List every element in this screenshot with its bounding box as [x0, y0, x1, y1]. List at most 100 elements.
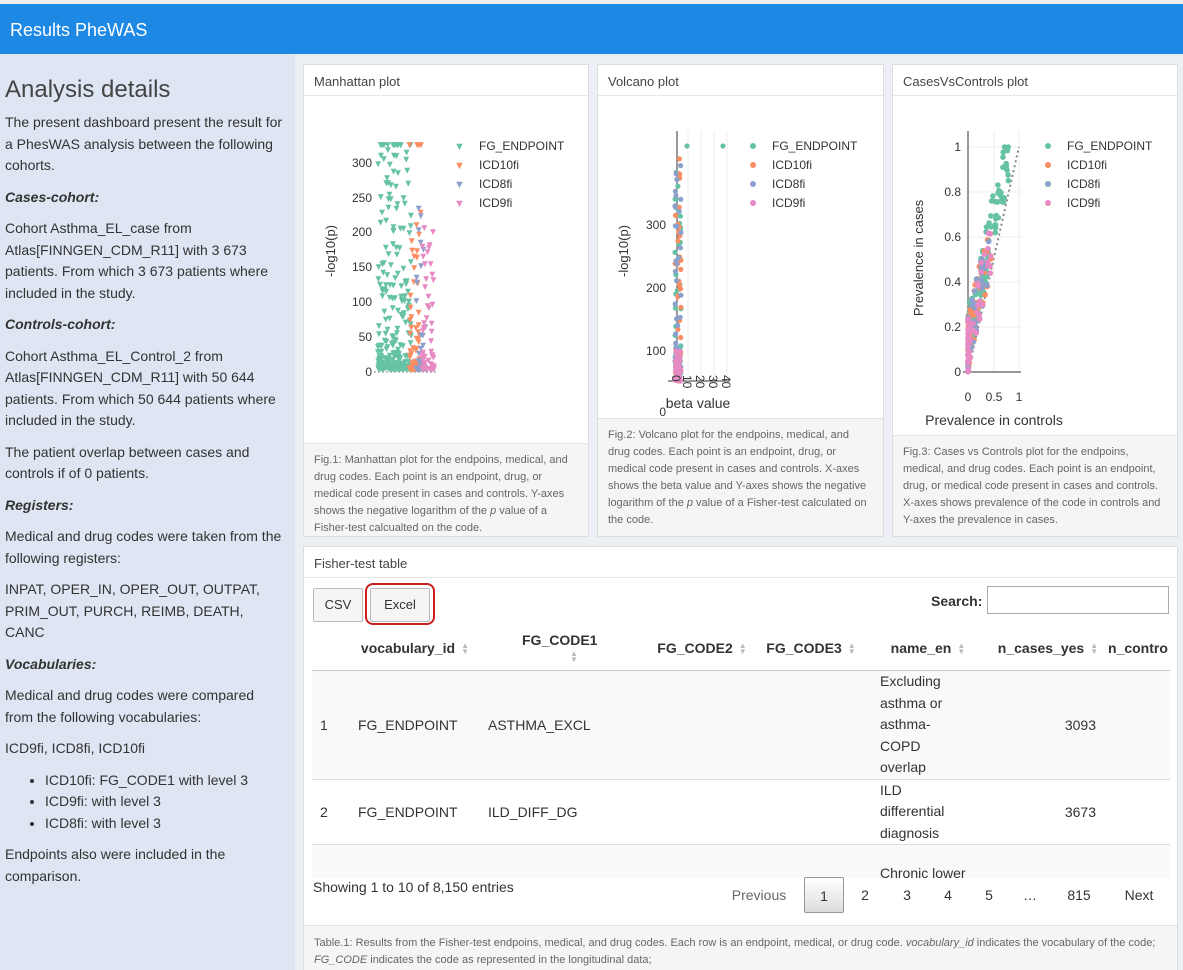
pagination-page-815[interactable]: 815 — [1058, 877, 1100, 913]
cell-n-controls — [1108, 779, 1170, 845]
xtick-label: 30 — [706, 375, 720, 389]
cvc-point — [995, 214, 1002, 221]
manhattan-point: ▼ — [403, 179, 413, 190]
cvc-point — [978, 259, 984, 266]
fisher-table: vocabulary_id ▲ ▼ FG_CODE1▲ ▼ FG_CODE2 ▲ ▼ FG… — [312, 626, 1170, 878]
cell-fg-code3 — [754, 671, 868, 780]
volcano-point — [675, 238, 681, 244]
cvc-point — [987, 270, 994, 276]
manhattan-plot[interactable]: -log10(p) 300 250 200 150 100 50 0 ▼▼ ▼▼ ▼… — [304, 96, 589, 436]
legend-marker — [1045, 181, 1051, 187]
pagination-previous[interactable]: Previous — [724, 877, 794, 913]
cell-name-en: Chronic lower respiratory — [880, 865, 966, 878]
cvc-point — [982, 292, 988, 298]
vocabularies-list: ICD9fi, ICD8fi, ICD10fi — [5, 740, 146, 756]
ytick-label: 0 — [365, 365, 372, 379]
table-header-row: vocabulary_id ▲ ▼ FG_CODE1▲ ▼ FG_CODE2 ▲ ▼ FG… — [312, 626, 1170, 671]
pagination-page-3[interactable]: 3 — [892, 877, 922, 913]
column-header-name-en[interactable]: name_en ▲ ▼ — [868, 626, 988, 671]
cvc-point — [976, 301, 983, 308]
search-input[interactable] — [987, 586, 1169, 614]
legend-marker — [1045, 200, 1051, 206]
manhattan-point: ▼ — [385, 314, 395, 325]
legend-label: ICD10fi — [1067, 158, 1107, 172]
analysis-sidebar: Analysis details The present dashboard p… — [0, 54, 295, 970]
table-row[interactable]: 1 FG_ENDPOINT ASTHMA_EXCL Excluding asth… — [312, 670, 1170, 780]
volcano-point — [674, 261, 680, 267]
column-header-n-controls[interactable]: n_contro — [1108, 626, 1170, 671]
ytick-label: 100 — [352, 295, 372, 309]
volcano-point — [673, 316, 680, 322]
column-header-fg-code2[interactable]: FG_CODE2 ▲ ▼ — [650, 626, 754, 671]
volcano-point — [678, 266, 684, 272]
manhattan-point: ▼ — [416, 140, 426, 151]
legend-label: ICD8fi — [479, 177, 512, 191]
pagination-next[interactable]: Next — [1116, 877, 1162, 913]
cvc-point — [965, 352, 971, 359]
csv-button[interactable]: CSV — [313, 588, 363, 622]
endpoints-text: Endpoints also were included in the comp… — [5, 846, 226, 884]
excel-button[interactable]: Excel — [370, 588, 430, 622]
volcano-ylabel: -log10(p) — [616, 225, 631, 277]
row-index: 1 — [320, 716, 328, 733]
ytick-label: 150 — [352, 260, 372, 274]
manhattan-point: ▼ — [421, 274, 431, 285]
column-header-n-cases-yes[interactable]: n_cases_yes ▲ ▼ — [988, 626, 1108, 671]
legend-marker — [750, 181, 756, 187]
cvc-point — [986, 220, 992, 226]
cell-vocabulary: FG_ENDPOINT — [358, 716, 458, 733]
volcano-point — [676, 208, 682, 214]
manhattan-point: ▼ — [384, 194, 394, 205]
row-index: 2 — [320, 803, 328, 820]
volcano-point — [678, 163, 684, 169]
column-label: vocabulary_id — [360, 640, 456, 656]
table-row[interactable]: 3 FG_ENDPOINT J10_LOWCHRON Chronic lower… — [312, 844, 1170, 879]
column-header-vocabulary[interactable]: vocabulary_id ▲ ▼ — [350, 626, 480, 671]
column-header-fg-code3[interactable]: FG_CODE3 ▲ ▼ — [754, 626, 868, 671]
sort-icon: ▲ ▼ — [461, 641, 470, 657]
ytick-label: 200 — [352, 225, 372, 239]
cell-n-controls — [1108, 671, 1170, 780]
manhattan-point: ▼ — [381, 178, 391, 189]
xtick-label: 0 — [965, 390, 972, 404]
volcano-gridlines — [687, 131, 728, 381]
volcano-point — [672, 268, 678, 274]
caption-text: indicates the code as represented in the… — [367, 954, 652, 966]
pagination-page-5[interactable]: 5 — [974, 877, 1004, 913]
column-label: n_cases_yes — [997, 640, 1085, 656]
volcano-point — [678, 196, 684, 202]
volcano-point — [678, 334, 684, 341]
legend-marker — [750, 143, 756, 149]
volcano-point — [672, 301, 678, 307]
legend-label: FG_ENDPOINT — [772, 139, 858, 153]
cvc-point — [981, 251, 988, 257]
cvc-point — [1005, 177, 1012, 184]
app-title: Results PheWAS — [10, 20, 148, 40]
volcano-title: Volcano plot — [608, 74, 679, 89]
manhattan-point: ▼ — [376, 341, 386, 352]
ytick-label: 200 — [646, 281, 666, 295]
manhattan-point: ▼ — [405, 140, 415, 151]
volcano-point — [678, 292, 684, 298]
legend-label: ICD8fi — [1067, 177, 1100, 191]
ytick-label: 100 — [646, 344, 666, 358]
cvc-point — [965, 366, 972, 372]
volcano-point — [675, 354, 681, 360]
cvc-point — [1005, 172, 1011, 178]
column-header-fg-code1[interactable]: FG_CODE1▲ ▼ — [480, 626, 650, 671]
casesvscontrols-plot[interactable]: Prevalence in cases 1 0.8 0.6 0.4 0.2 0 … — [893, 96, 1178, 471]
table-row[interactable]: 2 FG_ENDPOINT ILD_DIFF_DG ILD differenti… — [312, 779, 1170, 845]
volcano-panel: Volcano plot -log10(p) 300 200 100 0 FG_… — [597, 64, 884, 537]
manhattan-point: ▼ — [423, 291, 433, 302]
manhattan-yticks: 300 250 200 150 100 50 0 — [352, 156, 372, 379]
volcano-plot[interactable]: -log10(p) 300 200 100 0 FG_ENDPOINT ICD1… — [598, 96, 884, 416]
list-item: ICD8fi: with level 3 — [45, 813, 285, 835]
pagination-page-4[interactable]: 4 — [933, 877, 963, 913]
pagination-page-1[interactable]: 1 — [804, 877, 844, 913]
column-label: FG_CODE3 — [766, 640, 842, 656]
volcano-point — [675, 183, 681, 189]
table-scroll-area[interactable]: vocabulary_id ▲ ▼ FG_CODE1▲ ▼ FG_CODE2 ▲ ▼ FG… — [312, 626, 1170, 878]
pagination-page-2[interactable]: 2 — [850, 877, 880, 913]
manhattan-point: ▼ — [392, 199, 402, 210]
cell-n-controls — [1108, 845, 1170, 879]
